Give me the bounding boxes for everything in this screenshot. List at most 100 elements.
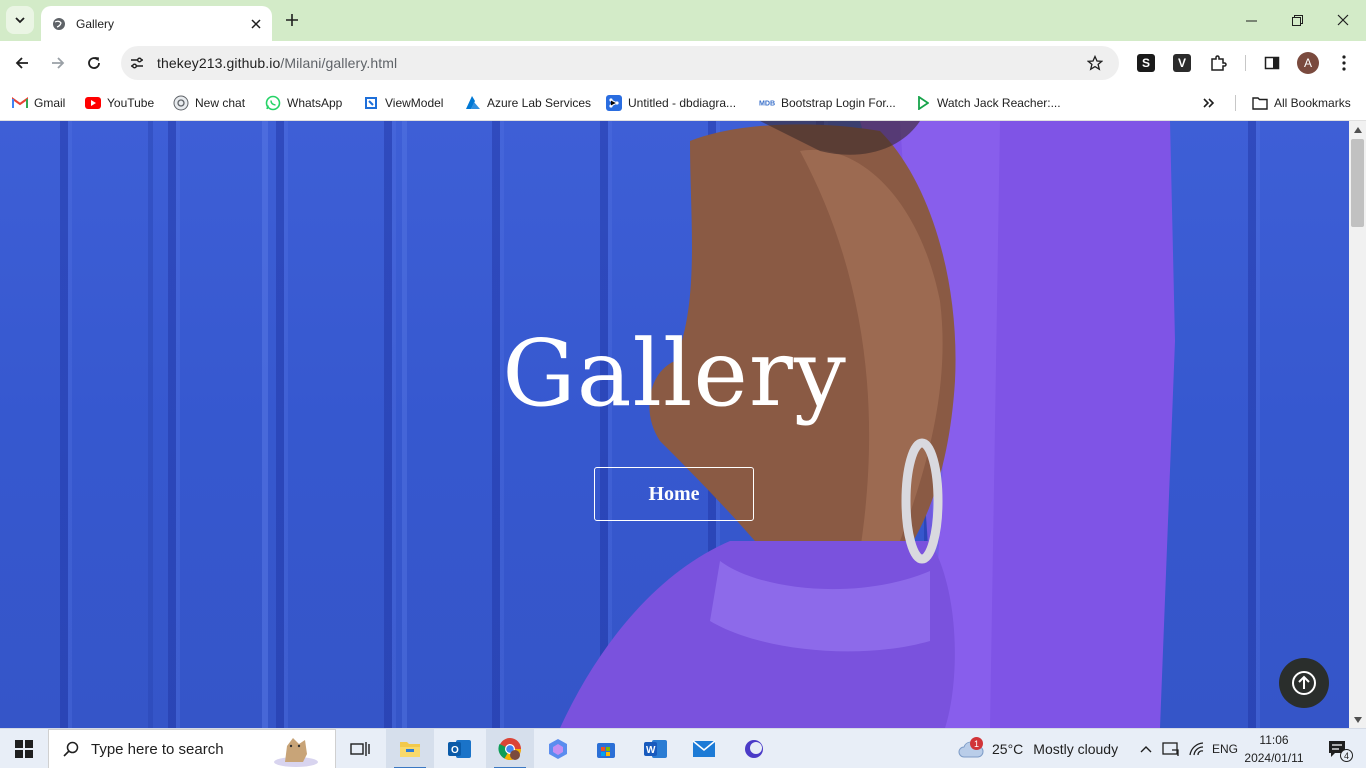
bookmark-viewmodel[interactable]: ViewModel bbox=[363, 91, 443, 115]
puzzle-icon bbox=[1211, 55, 1227, 71]
new-tab-button[interactable] bbox=[280, 8, 304, 32]
side-panel-button[interactable] bbox=[1260, 51, 1284, 75]
bookmark-label: YouTube bbox=[107, 96, 155, 110]
windows-taskbar: Type here to search O W 1 25°C Mostly cl… bbox=[0, 728, 1366, 768]
search-highlight-icon bbox=[274, 738, 318, 767]
back-button[interactable] bbox=[8, 49, 36, 77]
tab-title: Gallery bbox=[76, 16, 115, 31]
weather-temp: 25°C bbox=[992, 741, 1024, 757]
page-viewport: Gallery Home bbox=[0, 121, 1349, 728]
page-scrollbar[interactable] bbox=[1349, 121, 1366, 728]
bookmark-label: Azure Lab Services bbox=[487, 96, 592, 110]
taskbar-copilot[interactable] bbox=[534, 729, 582, 768]
weather-badge: 1 bbox=[970, 737, 983, 750]
extension-s[interactable]: S bbox=[1134, 51, 1158, 75]
store-icon bbox=[597, 743, 615, 758]
bookmark-gmail[interactable]: Gmail bbox=[12, 91, 65, 115]
arrow-left-icon bbox=[15, 57, 28, 69]
scroll-down-arrow-icon[interactable] bbox=[1349, 711, 1366, 728]
home-button[interactable]: Home bbox=[594, 467, 754, 521]
minimize-button[interactable] bbox=[1228, 0, 1274, 40]
url-text: thekey213.github.io/Milani/gallery.html bbox=[157, 55, 397, 71]
bookmark-new-chat[interactable]: New chat bbox=[173, 91, 245, 115]
bookmark-bootstrap[interactable]: MDB Bootstrap Login For... bbox=[759, 91, 896, 115]
close-tab-icon[interactable] bbox=[246, 14, 266, 34]
reload-button[interactable] bbox=[80, 49, 108, 77]
task-view-button[interactable] bbox=[336, 729, 384, 768]
bookmark-azure[interactable]: Azure Lab Services bbox=[465, 91, 591, 115]
search-icon bbox=[63, 741, 79, 757]
taskbar-outlook[interactable]: O bbox=[436, 729, 484, 768]
taskbar-search-box[interactable]: Type here to search bbox=[48, 729, 336, 768]
tab-gallery[interactable]: Gallery bbox=[41, 6, 272, 41]
scrollbar-thumb[interactable] bbox=[1351, 139, 1364, 227]
extension-v[interactable]: V bbox=[1170, 51, 1194, 75]
address-bar[interactable]: thekey213.github.io/Milani/gallery.html bbox=[121, 46, 1119, 80]
bookmark-label: Untitled - dbdiagra... bbox=[628, 96, 737, 110]
copilot-icon bbox=[549, 739, 567, 759]
side-panel-icon bbox=[1264, 56, 1280, 70]
search-placeholder: Type here to search bbox=[91, 740, 224, 758]
weather-widget[interactable]: 1 25°C Mostly cloudy bbox=[958, 729, 1118, 768]
plus-icon bbox=[286, 14, 298, 26]
folder-icon bbox=[400, 742, 420, 757]
taskbar-mail[interactable] bbox=[680, 729, 728, 768]
extensions-button[interactable] bbox=[1206, 51, 1230, 75]
bookmark-label: Gmail bbox=[34, 96, 66, 110]
word-icon: W bbox=[644, 740, 667, 758]
taskbar-clock[interactable]: 11:06 2024/01/11 bbox=[1234, 731, 1314, 767]
forward-button[interactable] bbox=[44, 49, 72, 77]
minimize-icon bbox=[1245, 20, 1257, 21]
arrow-up-circle-icon bbox=[1292, 671, 1316, 695]
bookmarks-divider bbox=[1235, 95, 1236, 111]
taskbar-app-moon[interactable] bbox=[730, 729, 778, 768]
tab-search-button[interactable] bbox=[6, 6, 34, 34]
bookmark-jack-reacher[interactable]: Watch Jack Reacher:... bbox=[915, 91, 1061, 115]
arrow-right-icon bbox=[52, 57, 65, 69]
bookmark-star-icon[interactable] bbox=[1081, 49, 1109, 77]
scroll-up-arrow-icon[interactable] bbox=[1349, 121, 1366, 138]
bookmark-label: ViewModel bbox=[385, 96, 444, 110]
taskbar-chrome[interactable] bbox=[486, 729, 534, 768]
all-bookmarks-button[interactable]: All Bookmarks bbox=[1252, 91, 1351, 115]
restore-button[interactable] bbox=[1274, 0, 1320, 40]
tray-network-device[interactable] bbox=[1160, 729, 1182, 768]
site-info-icon[interactable] bbox=[123, 49, 151, 77]
play-icon bbox=[915, 95, 931, 111]
show-hidden-icons-button[interactable] bbox=[1136, 729, 1156, 768]
bookmark-dbdiagram[interactable]: Untitled - dbdiagra... bbox=[606, 91, 736, 115]
page-title: Gallery bbox=[502, 320, 847, 427]
device-icon bbox=[1162, 742, 1179, 756]
viewmodel-icon bbox=[363, 95, 379, 111]
start-button[interactable] bbox=[0, 729, 48, 768]
notification-center-button[interactable]: 4 bbox=[1318, 729, 1358, 768]
more-vert-icon bbox=[1342, 55, 1346, 71]
reload-icon bbox=[88, 57, 100, 69]
taskbar-store[interactable] bbox=[582, 729, 630, 768]
chevron-down-icon bbox=[15, 17, 25, 24]
double-chevron-right-icon bbox=[1203, 98, 1215, 108]
bookmarks-bar: Gmail YouTube New chat WhatsApp ViewMode… bbox=[0, 85, 1366, 121]
moon-app-icon bbox=[745, 740, 763, 758]
chevron-up-icon bbox=[1140, 746, 1152, 753]
bookmark-youtube[interactable]: YouTube bbox=[85, 91, 154, 115]
browser-toolbar: thekey213.github.io/Milani/gallery.html … bbox=[0, 41, 1366, 85]
bookmark-label: New chat bbox=[195, 96, 246, 110]
close-window-button[interactable] bbox=[1320, 0, 1366, 40]
tray-wifi[interactable] bbox=[1186, 729, 1208, 768]
profile-avatar[interactable]: A bbox=[1297, 52, 1319, 74]
clock-date: 2024/01/11 bbox=[1244, 751, 1304, 765]
bookmark-whatsapp[interactable]: WhatsApp bbox=[265, 91, 342, 115]
folder-icon bbox=[1252, 95, 1268, 111]
weather-condition: Mostly cloudy bbox=[1033, 741, 1119, 757]
svg-text:O: O bbox=[451, 745, 459, 756]
chrome-menu-button[interactable] bbox=[1332, 51, 1356, 75]
svg-text:W: W bbox=[646, 745, 656, 756]
extension-s-icon: S bbox=[1137, 54, 1155, 72]
more-bookmarks-button[interactable] bbox=[1202, 91, 1216, 115]
scroll-to-top-button[interactable] bbox=[1279, 658, 1329, 708]
taskbar-word[interactable]: W bbox=[632, 729, 680, 768]
svg-text:MDB: MDB bbox=[759, 100, 775, 108]
youtube-icon bbox=[85, 95, 101, 111]
taskbar-file-explorer[interactable] bbox=[386, 729, 434, 768]
